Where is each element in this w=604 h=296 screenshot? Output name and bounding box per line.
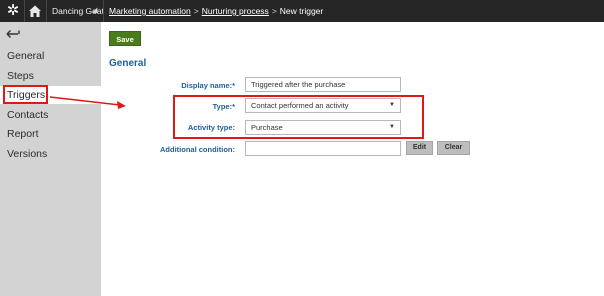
top-bar: ✲ Dancing Goat ◢ Marketing automation > Nu… [0,0,604,22]
breadcrumb-marketing-automation[interactable]: Marketing automation [109,6,191,16]
triggers-highlight-box [3,85,48,104]
sidebar-item-general[interactable]: General [0,47,101,65]
divider [103,0,104,22]
home-icon[interactable] [27,3,43,19]
sidebar-item-steps[interactable]: Steps [0,67,101,85]
breadcrumb: Marketing automation > Nurturing process > N… [109,6,323,16]
app-logo-icon[interactable]: ✲ [5,3,21,19]
type-fields-highlight-box [173,95,424,139]
sidebar-item-contacts[interactable]: Contacts [0,106,101,124]
section-title: General [109,58,147,69]
breadcrumb-nurturing-process[interactable]: Nurturing process [202,6,269,16]
save-button[interactable]: Save [109,31,141,46]
divider [24,0,25,22]
additional-condition-label: Additional condition: [160,145,235,154]
sidebar-item-versions[interactable]: Versions [0,145,101,163]
back-arrow-icon[interactable] [6,29,20,39]
clear-button[interactable]: Clear [437,141,470,155]
additional-condition-input[interactable] [245,141,401,156]
edit-button[interactable]: Edit [406,141,433,155]
breadcrumb-current: New trigger [279,6,324,16]
chevron-down-icon: ◢ [92,7,98,14]
breadcrumb-separator: > [193,6,199,16]
breadcrumb-separator: > [271,6,277,16]
sidebar-item-report[interactable]: Report [0,125,101,143]
divider [46,0,47,22]
display-name-label: Display name:* [181,81,235,90]
display-name-input[interactable]: Triggered after the purchase [245,77,401,92]
